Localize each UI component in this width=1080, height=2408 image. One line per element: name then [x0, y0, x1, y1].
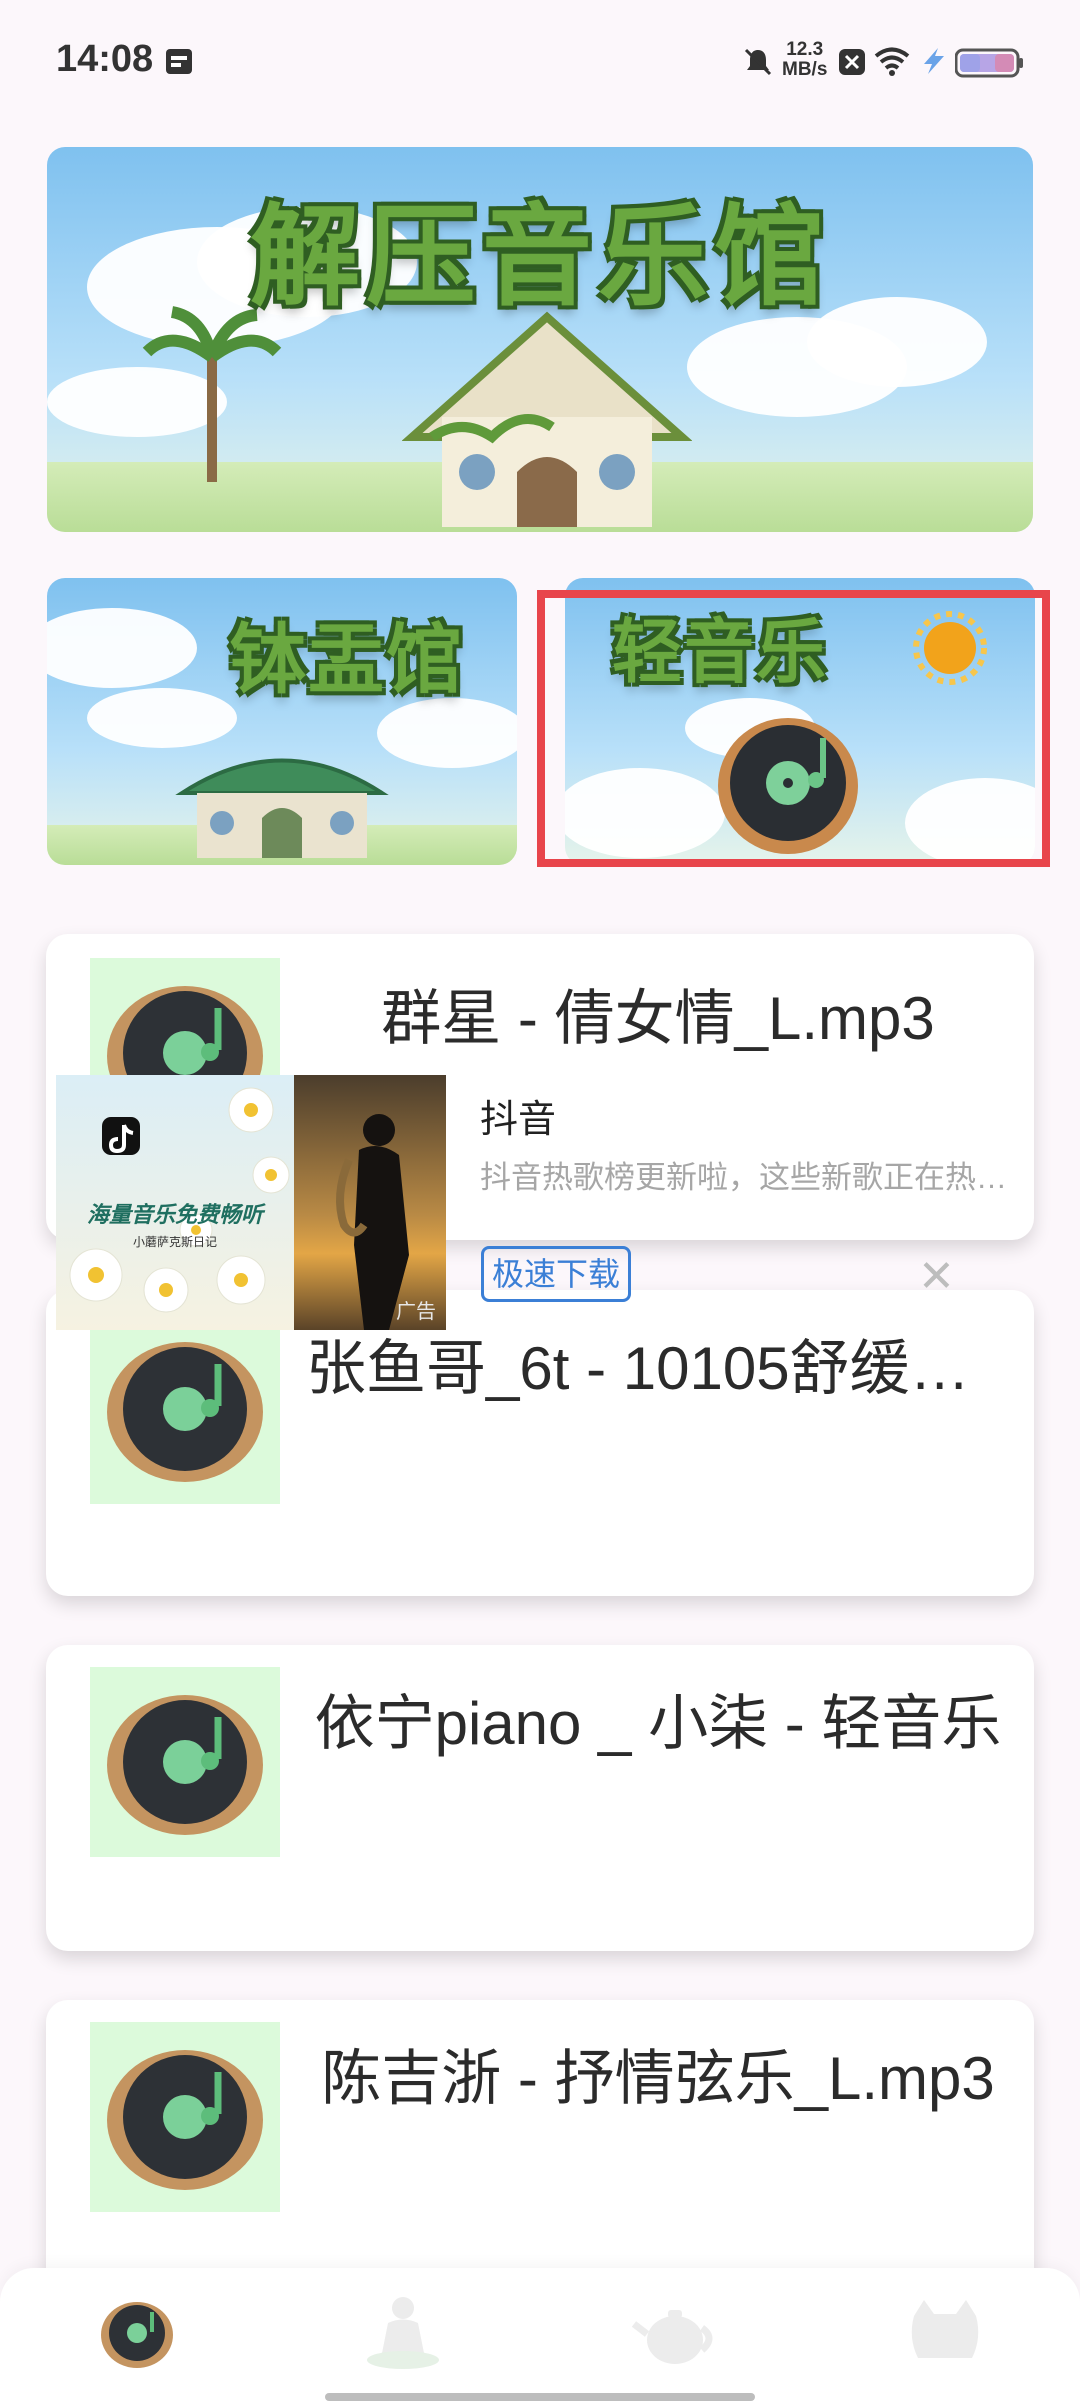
hero-banner-music-hall[interactable]: 解压音乐馆 — [47, 147, 1033, 532]
charging-bolt-icon — [924, 48, 944, 74]
ad-app-name: 抖音 — [480, 1099, 557, 1141]
ad-image-text: 海量音乐免费畅听 — [86, 1202, 263, 1227]
network-speed-unit: MB/s — [782, 59, 828, 80]
calendar-icon — [166, 49, 192, 74]
vinyl-record-icon — [107, 2050, 263, 2190]
network-speed-value: 12.3 — [786, 39, 824, 60]
nav-item-cat[interactable] — [900, 2288, 990, 2378]
nav-item-music[interactable] — [92, 2288, 182, 2378]
tile-left-title: 钵盂馆 — [230, 615, 464, 704]
song-title: 陈吉浙 - 抒情弦乐_L.mp3 — [321, 2045, 995, 2112]
mute-bell-icon — [744, 48, 772, 76]
song-title: 张鱼哥_6t - 10105舒缓轻音乐 — [306, 1335, 1010, 1402]
song-thumbnail — [90, 2022, 280, 2212]
ad-image-flowers: 海量音乐免费畅听 小蘑萨克斯日记 — [56, 1075, 294, 1330]
meditation-icon — [367, 2297, 439, 2369]
close-box-icon — [839, 49, 865, 75]
ad-description: 抖音热歌榜更新啦，这些新歌正在热播中 — [480, 1160, 1010, 1195]
tile-bowl-hall[interactable]: 钵盂馆 — [47, 578, 517, 865]
vinyl-record-icon — [107, 1695, 263, 1835]
song-title: 群星 - 倩女情_L.mp3 — [381, 985, 935, 1052]
wifi-icon — [874, 47, 910, 76]
song-title: 依宁piano _ 小柒 - 轻音乐 — [314, 1690, 1002, 1757]
ad-image-saxophone: 广告 — [294, 1075, 446, 1330]
ad-download-button[interactable]: 极速下载 — [481, 1246, 631, 1302]
nav-item-meditation[interactable] — [358, 2288, 448, 2378]
hero-title: 解压音乐馆 — [250, 192, 830, 321]
cat-icon — [911, 2300, 979, 2358]
song-card[interactable]: 张鱼哥_6t - 10105舒缓轻音乐 — [46, 1290, 1034, 1596]
dome-house-illustration — [175, 758, 389, 858]
vinyl-record-icon — [101, 2302, 173, 2368]
home-indicator[interactable] — [325, 2393, 755, 2401]
vinyl-record-icon — [107, 1342, 263, 1482]
status-bar: 14:08 12.3 MB/s — [0, 0, 1080, 130]
status-time: 14:08 — [56, 38, 154, 80]
cottage-illustration — [402, 311, 692, 527]
song-thumbnail — [90, 1314, 280, 1504]
saxophonist-silhouette — [336, 1114, 409, 1330]
ad-image[interactable]: 海量音乐免费畅听 小蘑萨克斯日记 广告 — [56, 1075, 446, 1330]
battery-icon — [955, 48, 1023, 78]
song-thumbnail — [90, 1667, 280, 1857]
nav-item-tea[interactable] — [630, 2288, 720, 2378]
teapot-icon — [631, 2310, 713, 2364]
ad-image-subtext: 小蘑萨克斯日记 — [132, 1235, 217, 1249]
ad-label: 广告 — [396, 1301, 436, 1323]
ad-close-icon[interactable]: ✕ — [918, 1255, 955, 1299]
song-card[interactable]: 依宁piano _ 小柒 - 轻音乐 — [46, 1645, 1034, 1951]
selection-highlight — [537, 590, 1050, 867]
network-speed: 12.3 MB/s — [782, 40, 827, 80]
